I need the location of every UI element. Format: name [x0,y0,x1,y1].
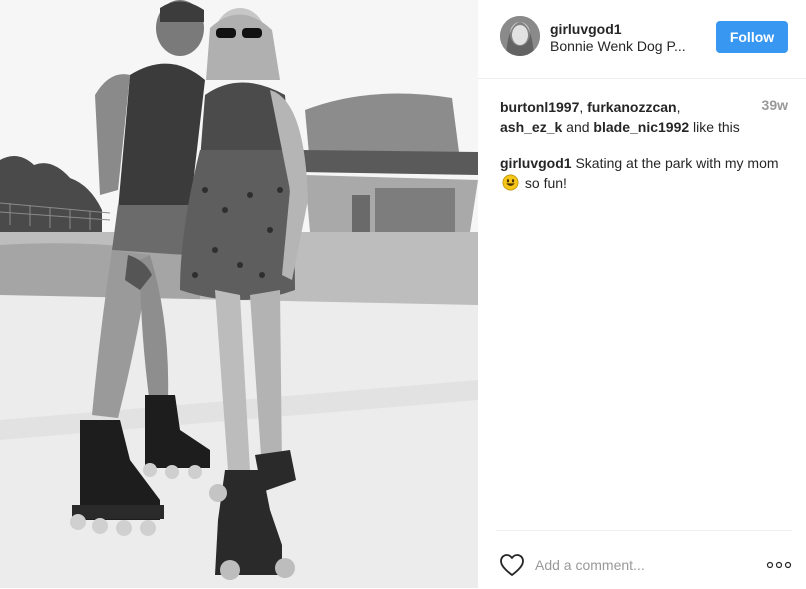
caption-text: Skating at the park with my mom [571,155,779,171]
likes-summary: burtonl1997, furkanozzcan, ash_ez_k and … [500,97,740,137]
post-sidebar: girluvgod1 Bonnie Wenk Dog P... Follow b… [478,0,806,588]
like-this-text: like this [689,119,740,135]
and-text: and [562,119,594,135]
liker-username[interactable]: ash_ez_k [500,119,562,135]
separator: , [579,99,588,115]
post-caption: girluvgod1 Skating at the park with my m… [500,153,790,193]
post-age[interactable]: 39w [762,97,788,113]
post-header: girluvgod1 Bonnie Wenk Dog P... Follow [478,0,806,79]
post-username[interactable]: girluvgod1 [550,21,622,37]
post-location[interactable]: Bonnie Wenk Dog P... [550,38,686,54]
post-footer [496,530,792,589]
heart-icon[interactable] [499,553,525,577]
post-view: girluvgod1 Bonnie Wenk Dog P... Follow b… [0,0,806,588]
separator: , [676,99,681,115]
caption-author[interactable]: girluvgod1 [500,155,572,171]
smiley-emoji-icon [502,174,519,191]
post-photo[interactable] [0,0,478,588]
avatar[interactable] [500,16,540,56]
more-options-icon[interactable] [766,561,792,569]
caption-text-end: so fun! [521,175,567,191]
follow-button[interactable]: Follow [716,21,788,53]
liker-username[interactable]: blade_nic1992 [593,119,689,135]
liker-username[interactable]: furkanozzcan [587,99,676,115]
liker-username[interactable]: burtonl1997 [500,99,579,115]
comment-input[interactable] [535,554,735,576]
